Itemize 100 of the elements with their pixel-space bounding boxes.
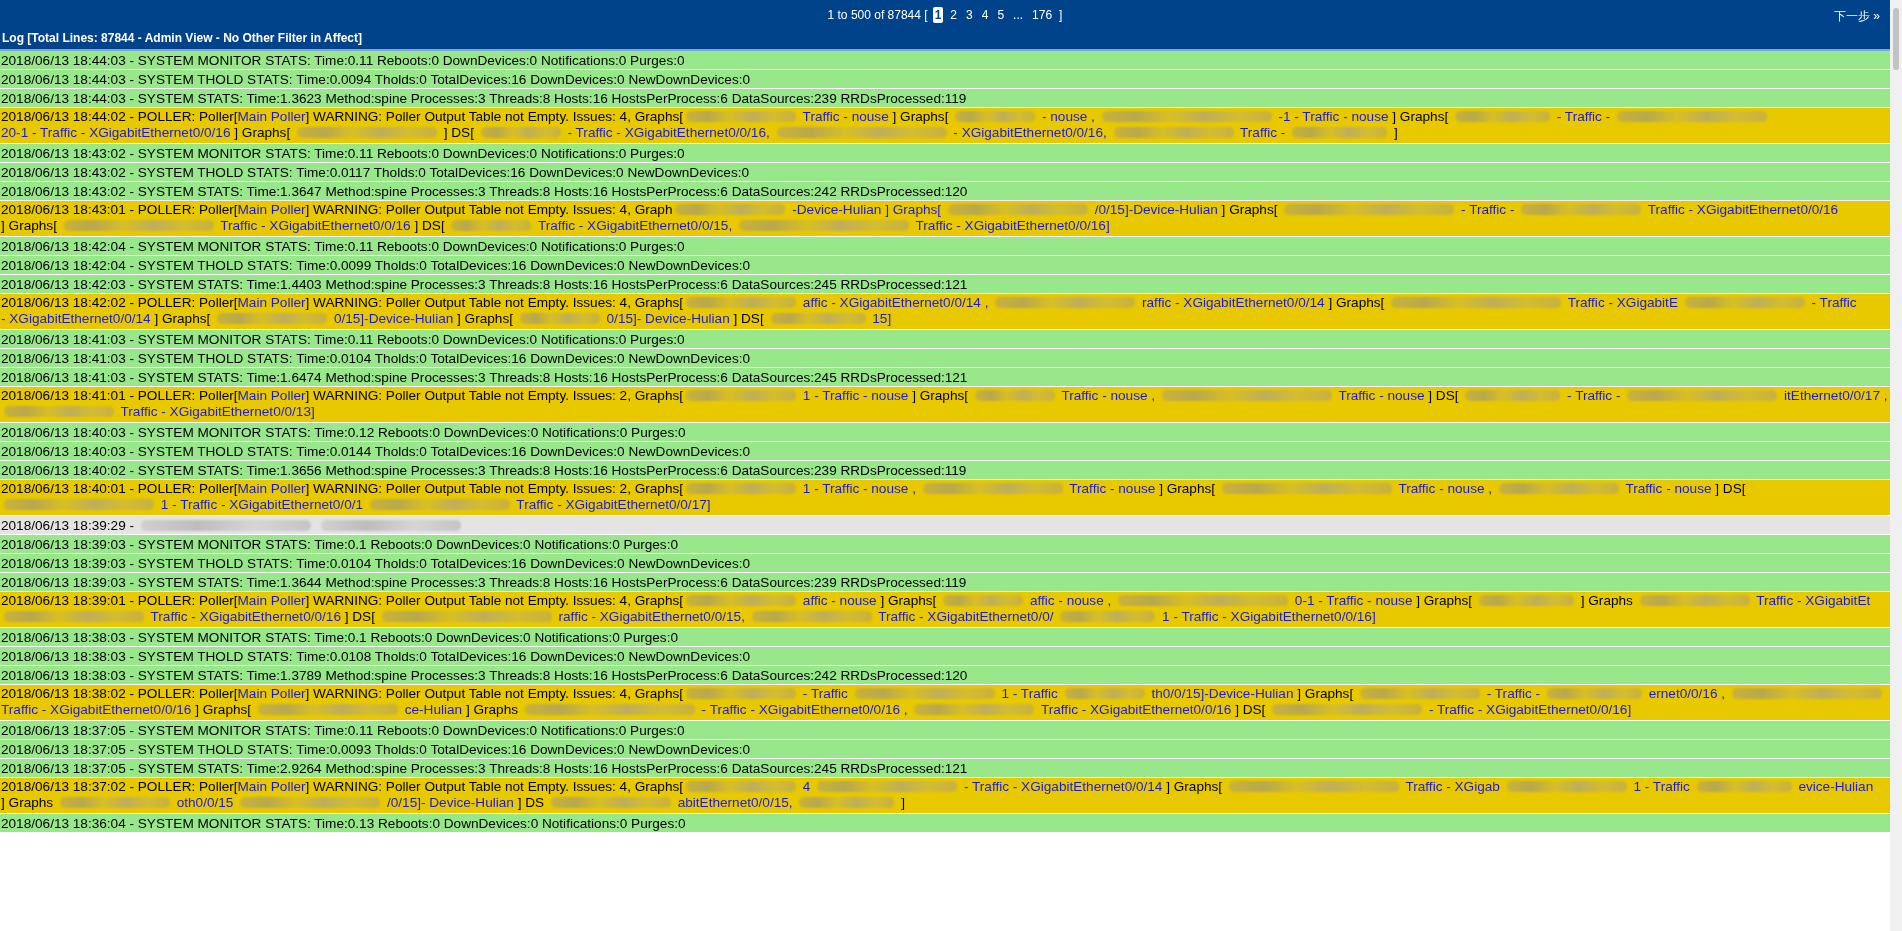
graph-link[interactable]: Traffic - nouse: [1069, 481, 1156, 496]
graph-link[interactable]: Traffic - XGigabitE: [1567, 295, 1678, 310]
graph-link[interactable]: XGigabitEthernet0/0/1: [229, 497, 364, 512]
poller-link[interactable]: Main Poller: [237, 109, 306, 124]
poller-link[interactable]: Main Poller: [237, 202, 306, 217]
graph-link[interactable]: -1 - Traffic - nouse: [1278, 109, 1389, 124]
graph-link[interactable]: Device-Hulian: [645, 311, 730, 326]
log-line: 2018/06/13 18:38:03 - SYSTEM STATS: Time:1.3789 Method:spine Processes:3 Threads:8 Hosts:16 HostsPerProcess:6 DataSources:242 RRDsProcessed:120: [1, 668, 968, 683]
graph-link[interactable]: abitEthernet0/0/15,: [677, 795, 793, 810]
graph-link[interactable]: - XGigabitEthernet0/0/14: [1, 311, 151, 326]
graph-link[interactable]: 15]: [872, 311, 892, 326]
poller-link[interactable]: Main Poller: [237, 593, 306, 608]
log-text: ] Graphs[: [1328, 295, 1385, 310]
graph-link[interactable]: 1 - Traffic: [1633, 779, 1690, 794]
graph-link[interactable]: Traffic - XGigabitEthernet0/0/16: [150, 609, 341, 624]
page-link[interactable]: 2: [948, 7, 959, 23]
graph-link[interactable]: ernet0/0/16 ,: [1648, 686, 1726, 701]
log-text: ] Graphs[: [892, 109, 949, 124]
graph-link[interactable]: affic - nouse: [802, 593, 877, 608]
page-link[interactable]: 3: [964, 7, 975, 23]
graph-link[interactable]: 20-1 - Traffic - XGigabitEthernet0/0/16: [1, 125, 231, 140]
graph-link[interactable]: ce-Hulian: [404, 702, 463, 717]
graph-link[interactable]: Traffic -: [1240, 125, 1286, 140]
graph-link[interactable]: affic - XGigabitEthernet0/0/14 ,: [802, 295, 989, 310]
graph-link[interactable]: 0/15]-: [606, 311, 642, 326]
graph-link[interactable]: Traffic - nouse ,: [1061, 388, 1156, 403]
graph-link[interactable]: 1 - Traffic - nouse: [802, 388, 909, 403]
graph-link[interactable]: raffic - XGigabitEthernet0/0/15,: [558, 609, 745, 624]
scrollbar-thumb[interactable]: [1893, 8, 1899, 70]
log-line: 2018/06/13 18:43:02 - SYSTEM MONITOR STATS: Time:0.11 Reboots:0 DownDevices:0 Notifications:0 Purges:0: [1, 146, 685, 161]
graph-link[interactable]: affic - nouse ,: [1029, 593, 1112, 608]
graph-link[interactable]: Device-Hulian: [429, 795, 514, 810]
graph-link[interactable]: - Traffic - XGigabitEthernet0/0/14: [963, 779, 1163, 794]
graph-link[interactable]: Traffic - XGigabitEthernet0/0/16: [1, 702, 192, 717]
page-link[interactable]: ...: [1011, 7, 1026, 23]
graph-link[interactable]: - nouse ,: [1042, 109, 1095, 124]
page-link[interactable]: 4: [979, 7, 991, 23]
graph-link[interactable]: -Device-Hulian ] Graphs[: [792, 202, 942, 217]
log-text: ] WARNING: Poller Output Table not Empty. Issues: 4, Graphs[: [305, 295, 684, 310]
log-text: ] DS[: [733, 311, 764, 326]
graph-link[interactable]: 4: [802, 779, 811, 794]
log-text: 2018/06/13 18:43:01 - POLLER: Poller[: [1, 202, 238, 217]
graph-link[interactable]: - Traffic -: [1486, 686, 1541, 701]
graph-link[interactable]: Traffic -: [220, 218, 266, 233]
graph-link[interactable]: - Traffic -: [1461, 202, 1515, 217]
graph-link[interactable]: - Traffic -: [1556, 109, 1611, 124]
graph-link[interactable]: Traffic - nouse: [1625, 481, 1712, 496]
poller-link[interactable]: Main Poller: [237, 779, 306, 794]
graph-link[interactable]: 1 - Traffic: [1001, 686, 1058, 701]
graph-link[interactable]: Traffic - XGigabitEthernet0/0/17]: [516, 497, 711, 512]
graph-link[interactable]: Traffic - XGigabitEthernet0/0/: [878, 609, 1054, 624]
log-text: ] Graphs[: [1221, 202, 1278, 217]
poller-link[interactable]: Main Poller: [237, 481, 306, 496]
graph-link[interactable]: Traffic - XGigabitEt: [1756, 593, 1871, 608]
page-link[interactable]: 1: [932, 7, 944, 23]
log-text: 2018/06/13 18:37:02 - POLLER: Poller[: [1, 779, 238, 794]
page-link[interactable]: 5: [995, 7, 1007, 23]
graph-link[interactable]: Traffic - XGigabitEthernet0/0/13]: [120, 404, 315, 419]
graph-link[interactable]: Traffic - XGigabitEthernet0/0/16]: [915, 218, 1110, 233]
graph-link[interactable]: th0/0/15]-Device-Hulian: [1151, 686, 1294, 701]
graph-link[interactable]: - Traffic - XGigabitEthernet0/0/16,: [567, 125, 770, 140]
poller-link[interactable]: Main Poller: [237, 388, 306, 403]
graph-link[interactable]: Traffic - nouse ,: [1398, 481, 1493, 496]
log-line: 2018/06/13 18:36:04 - SYSTEM MONITOR STATS: Time:0.13 Reboots:0 DownDevices:0 Notifications:0 Purges:0: [1, 816, 686, 831]
log-text: ] Graphs[: [1159, 481, 1216, 496]
log-line: 2018/06/13 18:44:03 - SYSTEM MONITOR STATS: Time:0.11 Reboots:0 DownDevices:0 Notifications:0 Purges:0: [1, 53, 685, 68]
log-line: 2018/06/13 18:39:03 - SYSTEM MONITOR STATS: Time:0.1 Reboots:0 DownDevices:0 Notifications:0 Purges:0: [1, 537, 678, 552]
graph-link[interactable]: itEthernet0/0/17 ,: [1784, 388, 1888, 403]
graph-link[interactable]: XGigabitEthernet0/0/16: [269, 218, 411, 233]
graph-link[interactable]: - Traffic - XGigabitEthernet0/0/16 ,: [701, 702, 908, 717]
graph-link[interactable]: - Traffic -: [1567, 388, 1621, 403]
poller-link[interactable]: Main Poller: [237, 686, 306, 701]
graph-link[interactable]: - Traffic: [1811, 295, 1857, 310]
graph-link[interactable]: Traffic - XGigabitEthernet0/0/16: [1647, 202, 1839, 217]
graph-link[interactable]: evice-Hulian: [1798, 779, 1874, 794]
log-line: 2018/06/13 18:42:04 - SYSTEM THOLD STATS: Time:0.0099 Tholds:0 TotalDevices:16 DownDevices:0 NewDownDevices:0: [1, 258, 751, 273]
graph-link[interactable]: /0/15]-Device-Hulian: [1094, 202, 1218, 217]
graph-link[interactable]: oth0/0/15: [176, 795, 234, 810]
graph-link[interactable]: 0/15]-Device-Hulian: [333, 311, 454, 326]
page-link[interactable]: 176: [1030, 7, 1055, 23]
graph-link[interactable]: raffic - XGigabitEthernet0/0/14: [1142, 295, 1325, 310]
graph-link[interactable]: Traffic - XGigabitEthernet0/0/15,: [538, 218, 733, 233]
log-line: 2018/06/13 18:42:03 - SYSTEM STATS: Time:1.4403 Method:spine Processes:3 Threads:8 Hosts:16 HostsPerProcess:6 DataSources:245 RRDsProcessed:121: [1, 277, 968, 292]
graph-link[interactable]: - Traffic: [802, 686, 848, 701]
graph-link[interactable]: 1 - Traffic - nouse ,: [802, 481, 916, 496]
graph-link[interactable]: - XGigabitEthernet0/0/16,: [953, 125, 1107, 140]
log-line: 2018/06/13 18:39:03 - SYSTEM THOLD STATS: Time:0.0104 Tholds:0 TotalDevices:16 DownDevices:0 NewDownDevices:0: [1, 556, 751, 571]
graph-link[interactable]: - Traffic - XGigabitEthernet0/0/16]: [1428, 702, 1632, 717]
graph-link[interactable]: 0-1 - Traffic - nouse: [1294, 593, 1413, 608]
graph-link[interactable]: /0/15]-: [386, 795, 426, 810]
graph-link[interactable]: Traffic - XGigabitEthernet0/0/16: [1040, 702, 1232, 717]
log-text: ] WARNING: Poller Output Table not Empty. Issues: 4, Graph: [305, 202, 673, 217]
graph-link[interactable]: 1 - Traffic -: [160, 497, 226, 512]
graph-link[interactable]: Traffic - nouse: [1338, 388, 1425, 403]
log-line: 2018/06/13 18:44:03 - SYSTEM STATS: Time:1.3623 Method:spine Processes:3 Threads:8 Hosts:16 HostsPerProcess:6 DataSources:239 RRDsProcessed:119: [1, 91, 967, 106]
graph-link[interactable]: Traffic - XGigab: [1405, 779, 1500, 794]
poller-link[interactable]: Main Poller: [237, 295, 306, 310]
graph-link[interactable]: 1 - Traffic - XGigabitEthernet0/0/16]: [1162, 609, 1376, 624]
next-page-link[interactable]: 下一步 »: [1834, 8, 1880, 25]
graph-link[interactable]: Traffic - nouse: [802, 109, 889, 124]
